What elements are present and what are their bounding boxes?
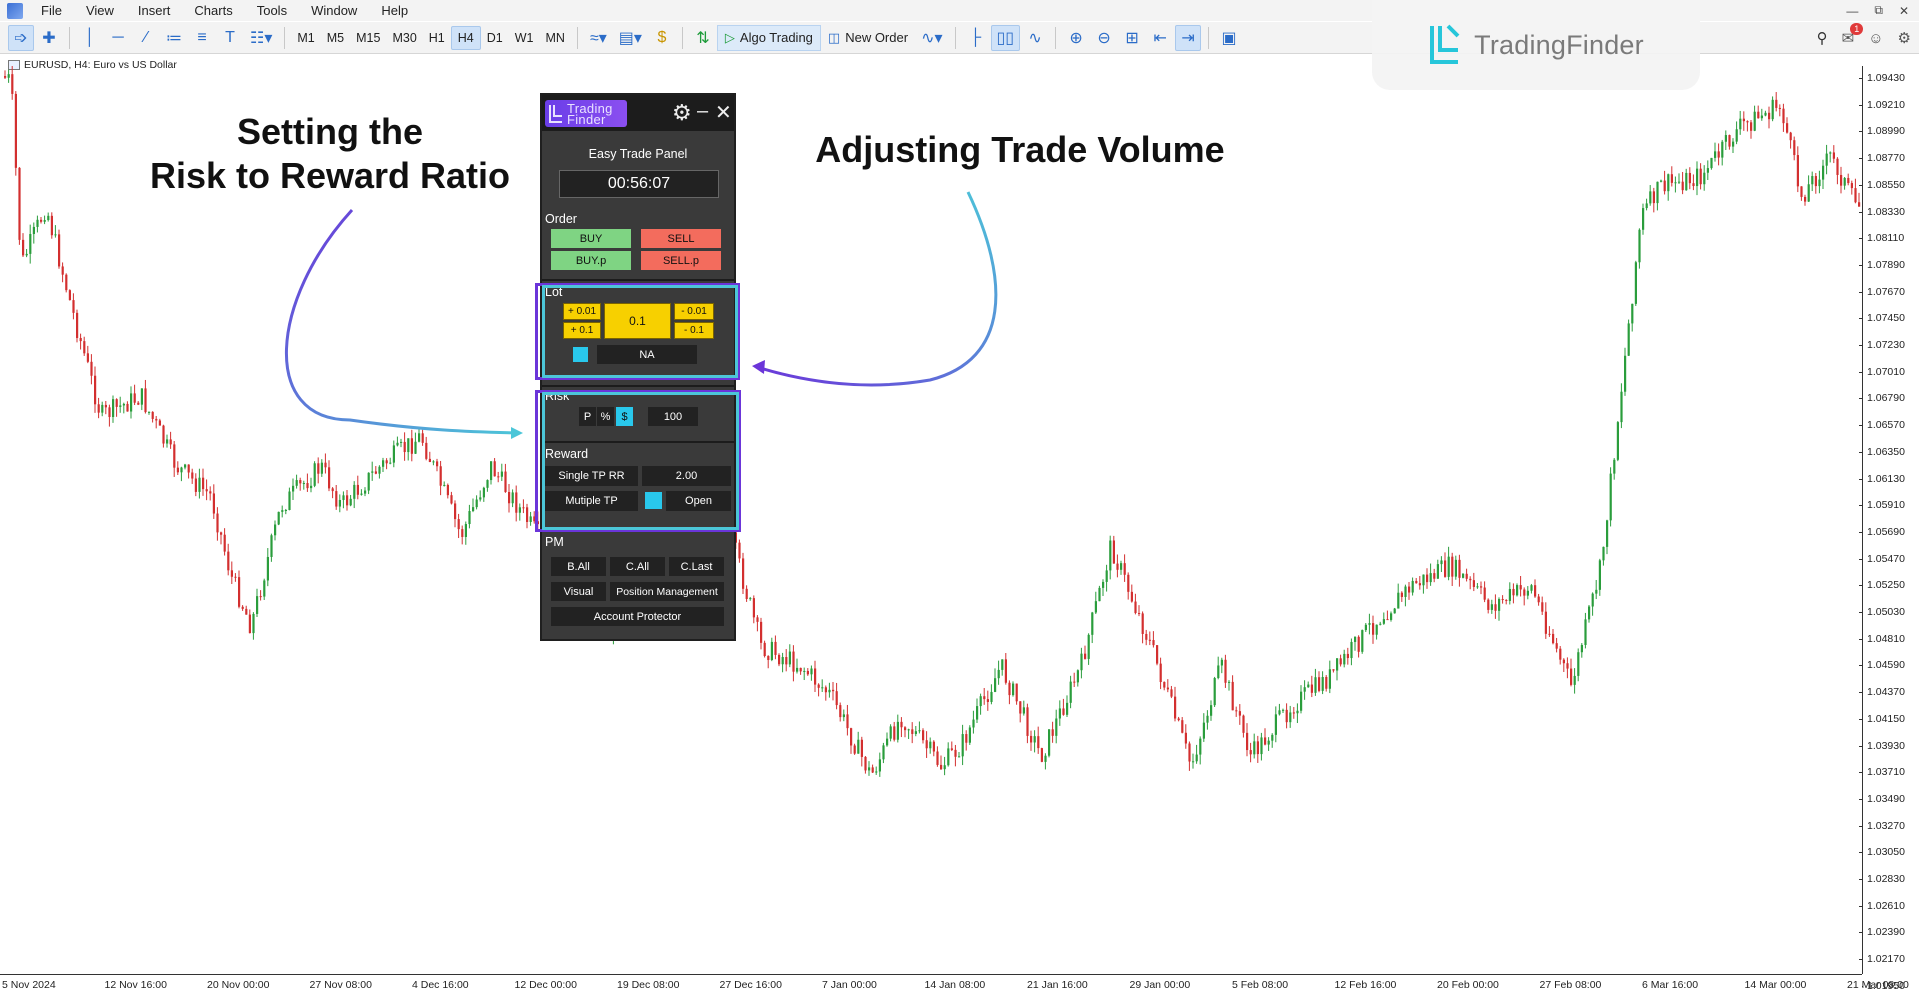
- lot-minus-01-button[interactable]: - 0.1: [674, 322, 714, 339]
- pm-section: PM B.All C.All C.Last Visual Position Ma…: [542, 527, 734, 639]
- rr-value-field[interactable]: 2.00: [642, 466, 731, 486]
- risk-dollar-toggle[interactable]: $: [616, 407, 633, 426]
- close-all-buy-button[interactable]: B.All: [551, 557, 606, 576]
- arrowhead-left: [511, 427, 523, 439]
- risk-label: Risk: [545, 389, 570, 403]
- candle-timer: 00:56:07: [559, 170, 719, 198]
- panel-logo-line2: Finder: [567, 111, 606, 127]
- panel-logo-icon: [549, 104, 562, 123]
- multiple-tp-toggle[interactable]: [645, 492, 662, 509]
- easy-trade-panel[interactable]: Trading Finder ⚙ – ✕ Easy Trade Panel 00…: [540, 93, 736, 641]
- lot-value-field[interactable]: 0.1: [604, 303, 671, 339]
- annotation-arrows: [284, 191, 998, 439]
- lot-section: Lot + 0.01 + 0.1 0.1 - 0.01 - 0.1 NA: [542, 279, 734, 379]
- reward-label: Reward: [545, 447, 589, 461]
- reward-section: Reward Single TP RR 2.00 Mutiple TP Open: [542, 441, 734, 523]
- close-last-button[interactable]: C.Last: [669, 557, 724, 576]
- risk-value-field[interactable]: 100: [648, 407, 698, 426]
- arrowhead-right: [752, 360, 765, 374]
- panel-title: Easy Trade Panel: [588, 147, 688, 161]
- position-management-button[interactable]: Position Management: [610, 582, 724, 601]
- buy-pending-button[interactable]: BUY.p: [551, 251, 631, 270]
- pm-label: PM: [545, 535, 564, 549]
- sell-button[interactable]: SELL: [641, 229, 721, 248]
- lot-plus-001-button[interactable]: + 0.01: [563, 303, 601, 320]
- visual-button[interactable]: Visual: [551, 582, 606, 601]
- multiple-tp-button[interactable]: Mutiple TP: [545, 491, 638, 511]
- order-label: Order: [545, 212, 577, 226]
- lot-mode-toggle[interactable]: [573, 347, 588, 362]
- lot-plus-01-button[interactable]: + 0.1: [563, 322, 601, 339]
- panel-logo-text: Trading Finder: [567, 102, 613, 127]
- arrow-to-risk-reward: [284, 208, 521, 435]
- single-tp-rr-button[interactable]: Single TP RR: [545, 466, 638, 486]
- close-all-button[interactable]: C.All: [610, 557, 665, 576]
- lot-minus-001-button[interactable]: - 0.01: [674, 303, 714, 320]
- panel-close-icon[interactable]: ✕: [715, 100, 732, 125]
- risk-section: Risk P % $ 100: [542, 385, 734, 439]
- panel-logo: Trading Finder: [545, 100, 627, 127]
- panel-settings-icon[interactable]: ⚙: [672, 100, 692, 126]
- open-tp-button[interactable]: Open: [666, 491, 731, 511]
- lot-na-field[interactable]: NA: [597, 345, 697, 364]
- panel-minimize-icon[interactable]: –: [697, 100, 708, 123]
- risk-percent-toggle[interactable]: %: [597, 407, 614, 426]
- panel-header[interactable]: Trading Finder ⚙ – ✕: [542, 95, 734, 131]
- lot-label: Lot: [545, 285, 563, 299]
- account-protector-button[interactable]: Account Protector: [551, 607, 724, 626]
- arrow-to-lot: [759, 191, 998, 387]
- risk-points-toggle[interactable]: P: [579, 407, 596, 426]
- buy-button[interactable]: BUY: [551, 229, 631, 248]
- sell-pending-button[interactable]: SELL.p: [641, 251, 721, 270]
